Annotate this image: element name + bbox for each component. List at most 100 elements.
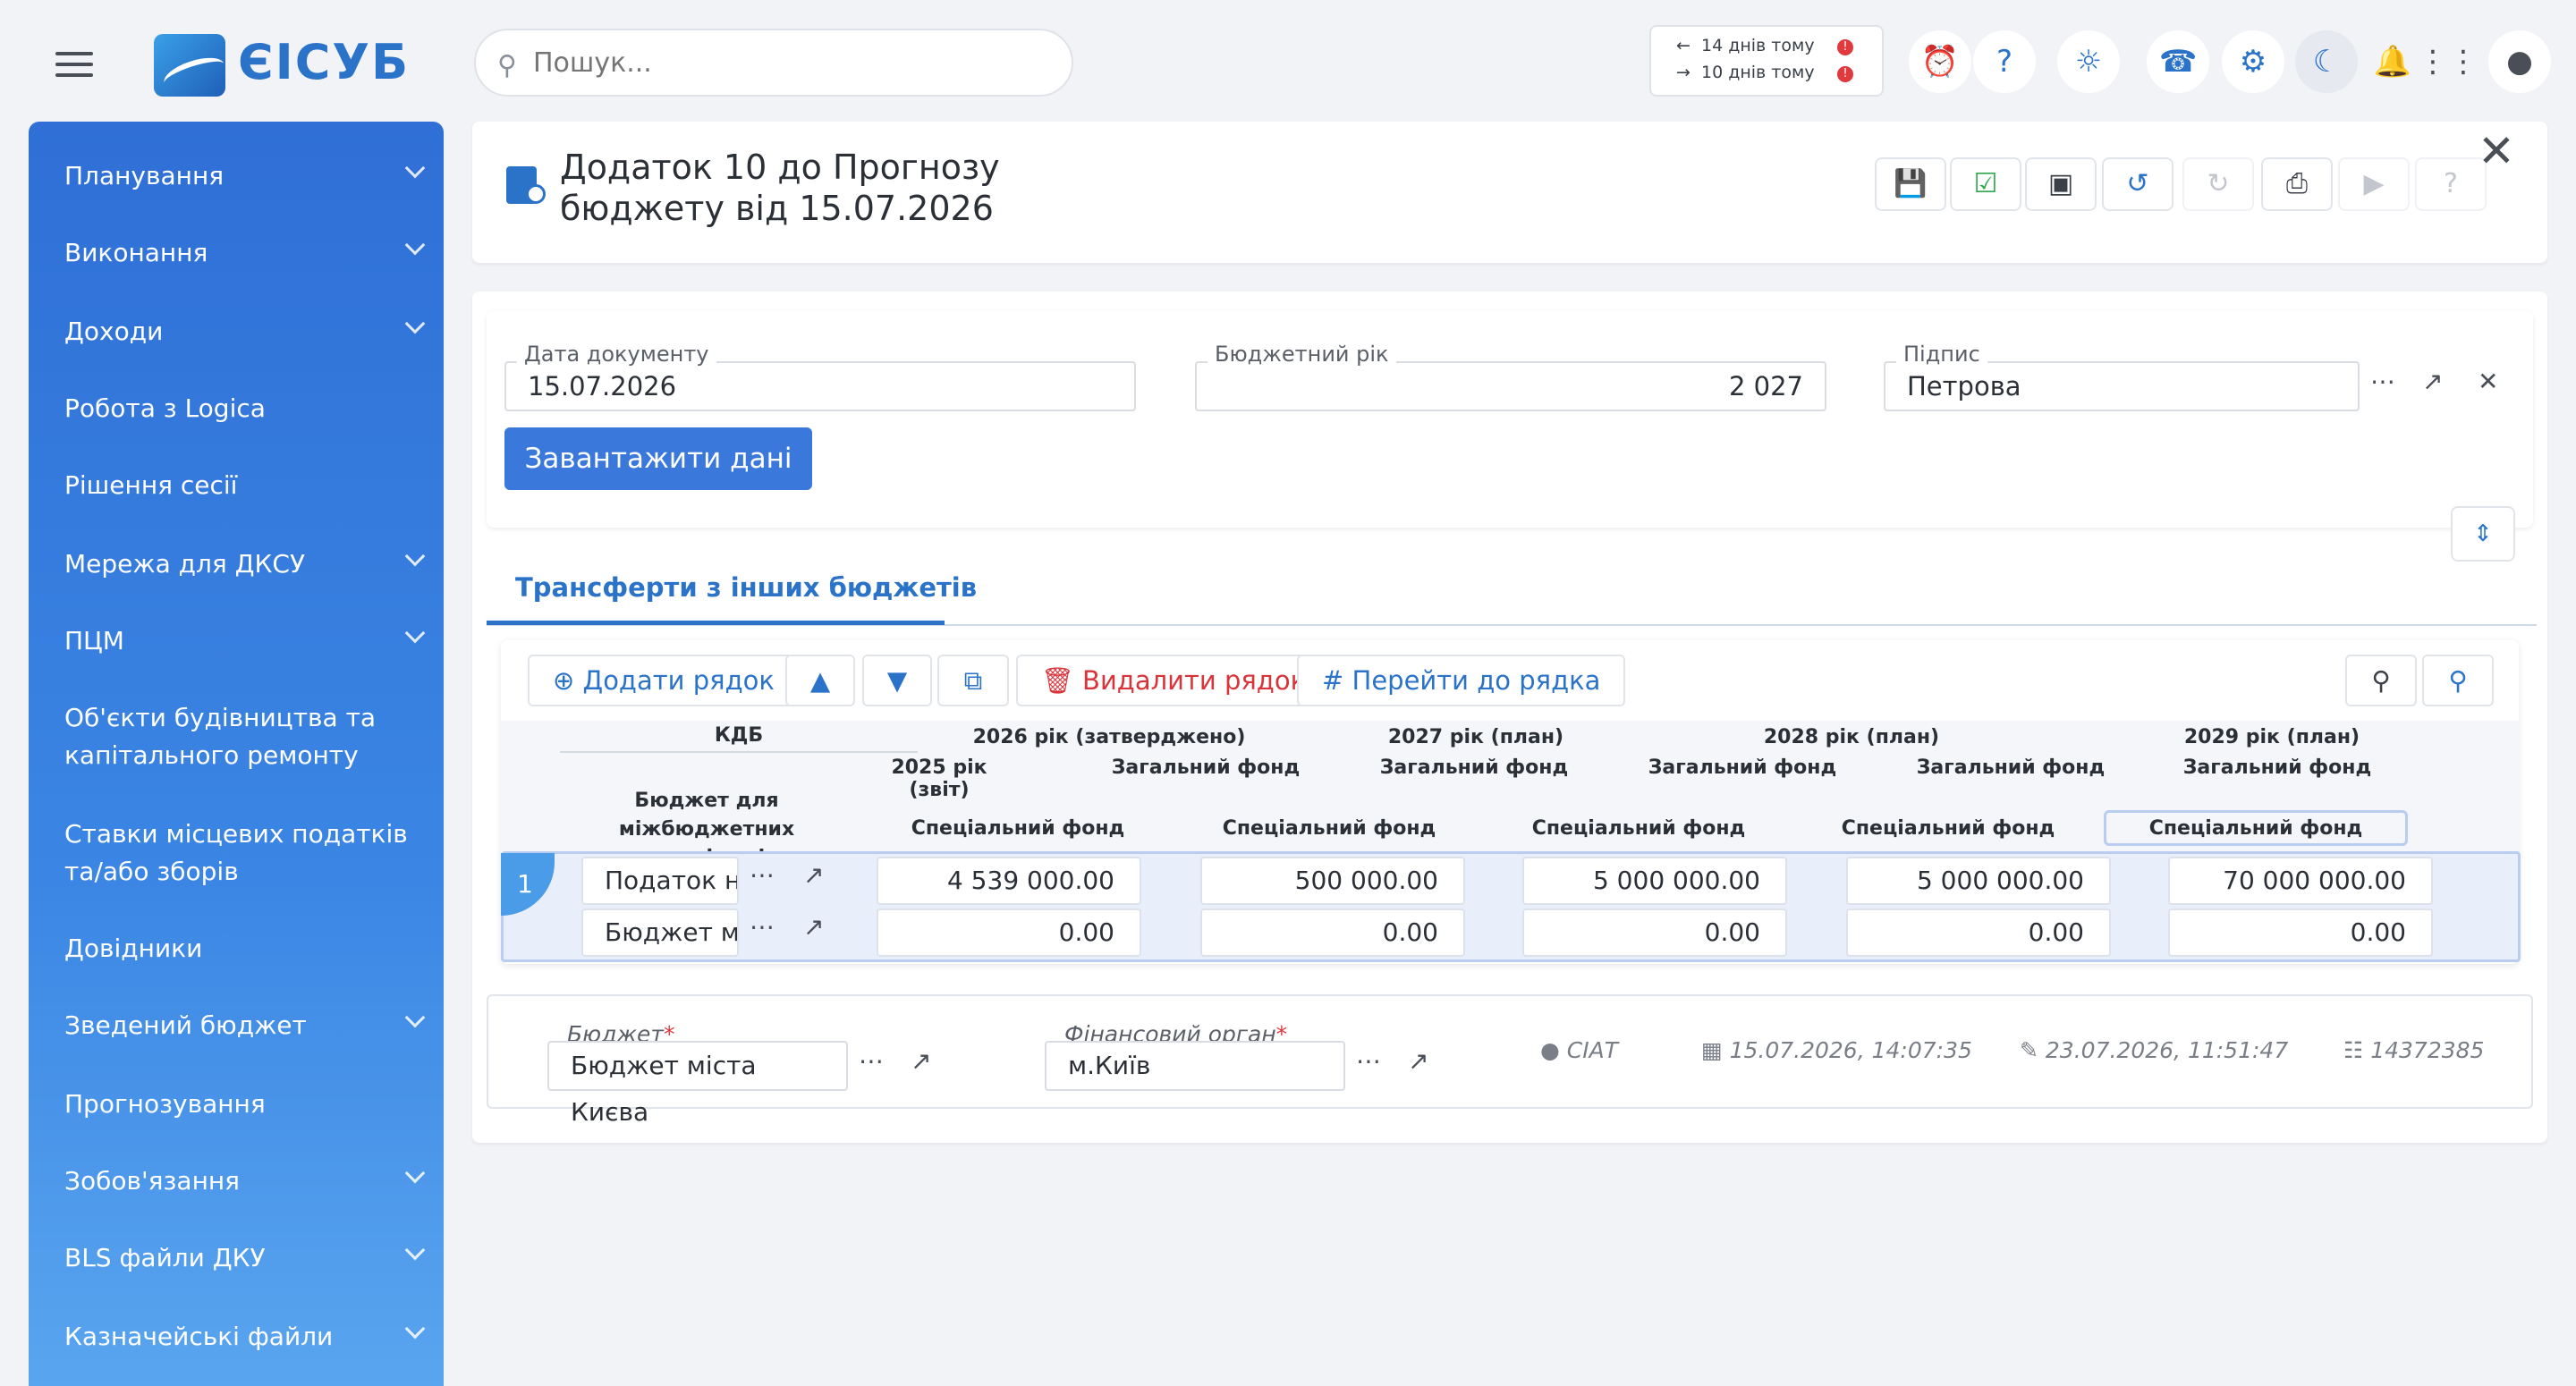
copy-row-button[interactable]: ⧉ [937, 655, 1009, 706]
user-icon[interactable]: ● [2488, 30, 2551, 93]
pin-button[interactable]: ⚲ [2422, 655, 2494, 706]
value-cell[interactable]: 5 000 000.00 [1846, 857, 2111, 905]
open-external-icon[interactable]: ↗ [2422, 367, 2443, 396]
sidebar-item-session-decisions[interactable]: Рішення сесії [64, 467, 422, 504]
headset-icon[interactable]: ☼ [2057, 30, 2120, 93]
moon-icon[interactable]: ☾ [2295, 30, 2358, 93]
undo-button[interactable]: ↺ [2102, 157, 2174, 211]
sidebar-item-local-taxes[interactable]: Ставки місцевих податків та/або зборів [64, 816, 422, 891]
open-external-icon[interactable]: ↗ [803, 912, 824, 942]
redo-button[interactable]: ↻ [2182, 157, 2254, 211]
alarm-clock-icon[interactable]: ⏰ [1909, 30, 1971, 93]
sidebar-item-bls-files[interactable]: BLS файли ДКУ [64, 1239, 426, 1277]
clear-icon[interactable]: ✕ [2478, 367, 2498, 396]
sidebar-item-dksu-network[interactable]: Мережа для ДКСУ [64, 545, 426, 583]
add-row-button[interactable]: ⊕ Додати рядок [528, 655, 800, 706]
value-cell[interactable]: 0.00 [1522, 909, 1787, 957]
row-name-cell[interactable]: Податок на доходи [581, 857, 739, 905]
help-icon[interactable]: ? [1973, 30, 2036, 93]
value-cell[interactable]: 70 000 000.00 [2168, 857, 2433, 905]
help-button[interactable]: ? [2415, 157, 2487, 211]
search-box[interactable]: ⚲ [474, 29, 1073, 97]
header-2026: 2026 рік (затверджено) [972, 726, 1246, 748]
search-zoom-button[interactable]: ⚲ [2345, 655, 2417, 706]
sidebar-item-consolidated-budget[interactable]: Зведений бюджет [64, 1007, 426, 1044]
close-icon[interactable]: ✕ [2478, 125, 2515, 177]
page-title: Додаток 10 до Прогнозу бюджету від 15.07… [560, 148, 1000, 228]
sidebar-item-directories[interactable]: Довідники [64, 930, 422, 968]
search-icon: ⚲ [497, 50, 517, 81]
history-back-link[interactable]: ← 14 днів тому [1676, 36, 1815, 55]
budget-year-label: Бюджетний рік [1208, 342, 1396, 367]
user-icon: ● [1540, 1037, 1560, 1063]
move-up-button[interactable]: ▲ [785, 655, 855, 706]
value-cell[interactable]: 0.00 [877, 909, 1141, 957]
video-button[interactable]: ▶ [2338, 157, 2410, 211]
calendar-check-button[interactable]: ▣ [2025, 157, 2097, 211]
alert-icon: ! [1837, 66, 1853, 82]
sidebar-item-logica[interactable]: Робота з Logica [64, 390, 422, 427]
apps-grid-icon[interactable]: ⋮⋮ [2417, 30, 2479, 93]
budget-field[interactable]: Бюджет міста Києва [547, 1041, 848, 1127]
sidebar-item-treasury-files[interactable]: Казначейські файли [64, 1318, 426, 1356]
sidebar-item-planning[interactable]: Планування [64, 157, 426, 195]
delete-row-button[interactable]: 🗑 Видалити рядок [1016, 655, 1332, 706]
sidebar-item-obligations[interactable]: Зобов'язання [64, 1162, 426, 1200]
open-external-icon[interactable]: ↗ [911, 1046, 931, 1076]
history-forward-link[interactable]: → 10 днів тому [1676, 63, 1815, 82]
signature-field[interactable]: Петрова [1884, 361, 2360, 411]
search-input[interactable] [531, 43, 1050, 82]
more-icon[interactable]: ⋯ [859, 1046, 884, 1076]
check-badge-icon [526, 184, 546, 204]
barcode-icon: ☷ [2343, 1037, 2364, 1063]
move-down-button[interactable]: ▼ [862, 655, 932, 706]
budget-year-field[interactable]: 2 027 [1195, 361, 1826, 411]
edit-icon: ✎ [2020, 1037, 2038, 1063]
value-cell[interactable]: 500 000.00 [1200, 857, 1465, 905]
more-icon[interactable]: ⋯ [750, 912, 775, 942]
sidebar: Планування Виконання Доходи Робота з Log… [29, 122, 444, 1386]
value-cell[interactable]: 5 000 000.00 [1522, 857, 1787, 905]
calendar-icon: ▦ [1701, 1037, 1723, 1063]
more-icon[interactable]: ⋯ [2370, 367, 2395, 396]
navigation-history: ← 14 днів тому ! → 10 днів тому ! [1649, 25, 1884, 97]
chevron-down-icon [404, 234, 426, 256]
header-special-fund: Спеціальний фонд [1531, 817, 1746, 840]
financial-body-field[interactable]: м.Київ [1045, 1041, 1345, 1091]
goto-row-button[interactable]: # Перейти до рядка [1297, 655, 1626, 706]
expand-collapse-icon[interactable]: ⇕ [2451, 506, 2515, 562]
sidebar-item-construction[interactable]: Об'єкти будівництва та капітального ремо… [64, 699, 422, 774]
gear-icon[interactable]: ⚙ [2222, 30, 2284, 93]
header-general-fund: Загальний фонд [1111, 756, 1301, 779]
sidebar-item-execution[interactable]: Виконання [64, 234, 426, 272]
open-external-icon[interactable]: ↗ [1408, 1046, 1428, 1076]
value-cell[interactable]: 0.00 [1846, 909, 2111, 957]
value-cell[interactable]: 0.00 [1200, 909, 1465, 957]
value-cell[interactable]: 4 539 000.00 [877, 857, 1141, 905]
more-icon[interactable]: ⋯ [1356, 1046, 1381, 1076]
tab-transfers[interactable]: Трансферти з інших бюджетів [515, 572, 977, 603]
load-data-button[interactable]: Завантажити дані [504, 427, 812, 490]
open-external-icon[interactable]: ↗ [803, 860, 824, 890]
header-general-fund: Загальний фонд [1916, 756, 2106, 779]
header-2029: 2029 рік (план) [2183, 726, 2360, 748]
save-and-close-button[interactable]: ☑ [1950, 157, 2021, 211]
phone-icon[interactable]: ☎ [2147, 30, 2209, 93]
sidebar-item-pcm[interactable]: ПЦМ [64, 622, 426, 660]
active-tab-indicator [487, 621, 945, 625]
menu-icon[interactable] [55, 52, 93, 79]
signature-label: Підпис [1896, 342, 1987, 367]
date-field[interactable]: 15.07.2026 [504, 361, 1136, 411]
value-cell[interactable]: 0.00 [2168, 909, 2433, 957]
chevron-down-icon [404, 622, 426, 644]
row-name-cell[interactable]: Бюджет міста Києва [581, 909, 739, 957]
sidebar-item-forecasting[interactable]: Прогнозування [64, 1086, 422, 1123]
more-icon[interactable]: ⋯ [750, 860, 775, 890]
sidebar-item-revenue[interactable]: Доходи [64, 313, 426, 351]
document-fields-panel [487, 311, 2533, 528]
header-special-fund: Спеціальний фонд [2148, 817, 2363, 840]
bell-icon[interactable]: 🔔 [2361, 30, 2424, 93]
author-info: ● СІАТ [1540, 1037, 1618, 1063]
save-button[interactable]: 💾 [1875, 157, 1946, 211]
print-button[interactable]: ⎙ [2261, 157, 2333, 211]
